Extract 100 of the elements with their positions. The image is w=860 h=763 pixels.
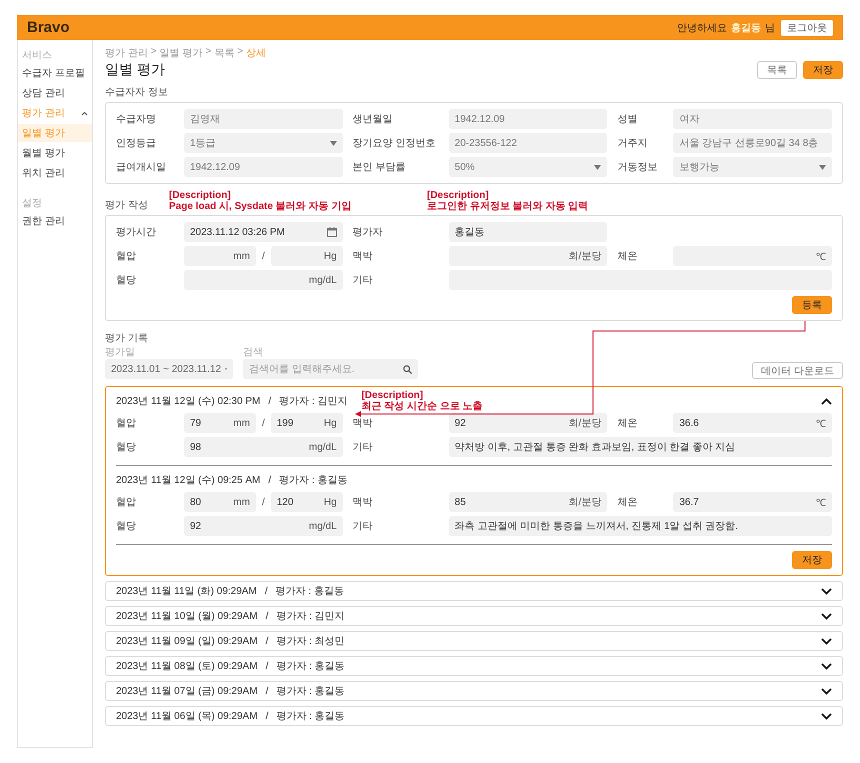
- field-label: 수급자명: [116, 113, 157, 126]
- field-label: 성별: [617, 113, 638, 126]
- input-field[interactable]: 79 mm: [184, 413, 256, 433]
- input-field[interactable]: 약처방 이후, 고관절 통증 완화 효과보임, 표정이 한결 좋아 지심: [448, 437, 832, 457]
- select-field[interactable]: 보행가능: [673, 157, 832, 177]
- field-label: 본인 부담률: [352, 161, 406, 174]
- field-label: 평가일: [105, 348, 136, 358]
- record-row[interactable]: 2023년 11월 11일 (화) 09:29AM / 평가자 : 홍길동: [105, 581, 843, 601]
- sidebar-item[interactable]: 상담 관리: [18, 84, 92, 102]
- list-button[interactable]: 목록: [757, 61, 797, 79]
- field-label: 혈당: [116, 520, 137, 533]
- section-title: 수급자자 정보: [105, 86, 168, 99]
- field-label: 기타: [352, 274, 374, 287]
- field-label: 급여개시일: [116, 161, 167, 174]
- field-label: 혈당: [116, 274, 137, 287]
- field-label: 체온: [617, 496, 638, 509]
- field-label: 평가시간: [116, 226, 157, 239]
- field-label: 거동정보: [617, 161, 658, 174]
- chevron-down-icon: [821, 612, 832, 620]
- date-field[interactable]: 2023.11.12 03:26 PM: [184, 222, 343, 242]
- download-button[interactable]: 데이터 다운로드: [752, 362, 843, 379]
- input-field[interactable]: 회/분당: [448, 246, 608, 266]
- separator-text: /: [262, 250, 265, 262]
- sidebar-group-label: 설정: [21, 197, 43, 210]
- caret-down-icon: [594, 164, 602, 170]
- input-field[interactable]: 20-23556-122: [448, 133, 608, 153]
- record-datetime: 2023년 11월 12일 (수) 02:30 PM: [116, 395, 260, 408]
- record-evaluator: 평가자 : 김민지: [279, 395, 348, 408]
- breadcrumb-separator: >: [150, 46, 157, 59]
- logout-button[interactable]: 로그아웃: [781, 20, 833, 36]
- input-field[interactable]: 98 mg/dL: [184, 437, 343, 457]
- separator-text: /: [262, 418, 265, 428]
- input-field[interactable]: 36.6 ℃: [673, 413, 832, 433]
- sidebar-item[interactable]: 권한 관리: [18, 212, 92, 230]
- description-note: [Description] 로그인한 유저정보 불러와 자동 입력: [427, 190, 588, 212]
- sidebar-item[interactable]: 수급자 프로필: [18, 64, 92, 82]
- input-field[interactable]: 92 회/분당: [448, 413, 608, 433]
- record-row[interactable]: 2023년 11월 09일 (일) 09:29AM / 평가자 : 최성민: [105, 631, 843, 651]
- calendar-icon: [326, 227, 337, 237]
- chevron-down-icon: [821, 662, 832, 670]
- field-label: 거주지: [617, 137, 648, 150]
- select-field[interactable]: 50%: [448, 157, 608, 177]
- input-field[interactable]: 80 mm: [184, 492, 256, 512]
- record-row[interactable]: 2023년 11월 07일 (금) 09:29AM / 평가자 : 홍길동: [105, 681, 843, 701]
- input-field[interactable]: 김영재: [184, 109, 343, 129]
- description-note: [Description] Page load 시, Sysdate 불러와 자동 기입: [169, 190, 352, 212]
- chevron-down-icon: [821, 688, 832, 694]
- description-note: [Description] 최근 작성 시간순 으로 노출: [361, 390, 483, 412]
- user-name: 홍길동: [731, 22, 761, 34]
- caret-down-icon: [330, 140, 337, 146]
- record-datetime: 2023년 11월 12일 (수) 09:25 AM: [116, 474, 260, 487]
- input-field[interactable]: 199 Hg: [270, 413, 343, 433]
- field-label: 기타: [352, 441, 374, 454]
- input-field[interactable]: mg/dL: [184, 270, 343, 290]
- record-row[interactable]: 2023년 11월 08일 (토) 09:29AM / 평가자 : 홍길동: [105, 656, 843, 676]
- field-label: 혈당: [116, 441, 137, 454]
- separator-text: /: [268, 474, 272, 486]
- field-label: 인정등급: [116, 137, 157, 150]
- field-label: 기타: [352, 520, 374, 533]
- input-field[interactable]: ℃: [673, 246, 832, 266]
- field-label: 혈압: [116, 250, 137, 263]
- sidebar-item[interactable]: 위치 관리: [18, 164, 92, 182]
- input-field[interactable]: 1942.12.09: [448, 109, 608, 129]
- separator-text: /: [268, 396, 272, 406]
- separator-text: /: [262, 496, 265, 508]
- sidebar-item[interactable]: 월별 평가: [18, 144, 92, 162]
- search-icon: [403, 364, 412, 374]
- chevron-down-icon: [821, 638, 832, 644]
- input-field[interactable]: 좌측 고관절에 미미한 통증을 느끼져서, 진통제 1알 섭취 권장함.: [448, 516, 832, 536]
- field-label: 평가자: [352, 226, 384, 239]
- field-label: 생년월일: [352, 113, 394, 126]
- record-row[interactable]: 2023년 11월 06일 (목) 09:29AM / 평가자 : 홍길동: [105, 706, 843, 726]
- field-label: 맥박: [352, 417, 374, 430]
- record-row[interactable]: 2023년 11월 10일 (월) 09:29AM / 평가자 : 김민지: [105, 606, 843, 626]
- field-label: 검색: [243, 348, 264, 358]
- save-button[interactable]: 저장: [803, 61, 843, 79]
- input-field[interactable]: 36.7 ℃: [673, 492, 832, 512]
- section-title: 평가 기록: [105, 332, 148, 345]
- breadcrumb-separator: >: [237, 46, 244, 59]
- chevron-down-icon: [821, 588, 832, 594]
- input-field[interactable]: 120 Hg: [270, 492, 343, 512]
- input-field[interactable]: 92 mg/dL: [184, 516, 343, 536]
- select-field[interactable]: 1등급: [184, 133, 343, 153]
- input-field[interactable]: 1942.12.09: [184, 157, 343, 177]
- input-field[interactable]: mm: [184, 246, 256, 266]
- chevron-down-icon: [821, 712, 832, 720]
- register-button[interactable]: 등록: [792, 296, 832, 314]
- chevron-up-icon: [821, 398, 832, 404]
- field-label: 체온: [617, 417, 638, 430]
- save-button[interactable]: 저장: [792, 551, 832, 569]
- field-label: 맥박: [352, 250, 374, 263]
- field-label: 장기요양 인정번호: [352, 137, 436, 150]
- input-field[interactable]: 서울 강남구 선릉로90길 34 8층: [673, 133, 832, 153]
- section-title: 평가 작성: [105, 199, 149, 212]
- input-field[interactable]: 홍길동: [448, 222, 608, 242]
- field-label: 혈압: [116, 417, 137, 430]
- input-field[interactable]: 85 회/분당: [448, 492, 608, 512]
- input-field[interactable]: 여자: [673, 109, 832, 129]
- date-range-field[interactable]: 2023.11.01 ~ 2023.11.12: [105, 359, 233, 379]
- input-field[interactable]: Hg: [270, 246, 343, 266]
